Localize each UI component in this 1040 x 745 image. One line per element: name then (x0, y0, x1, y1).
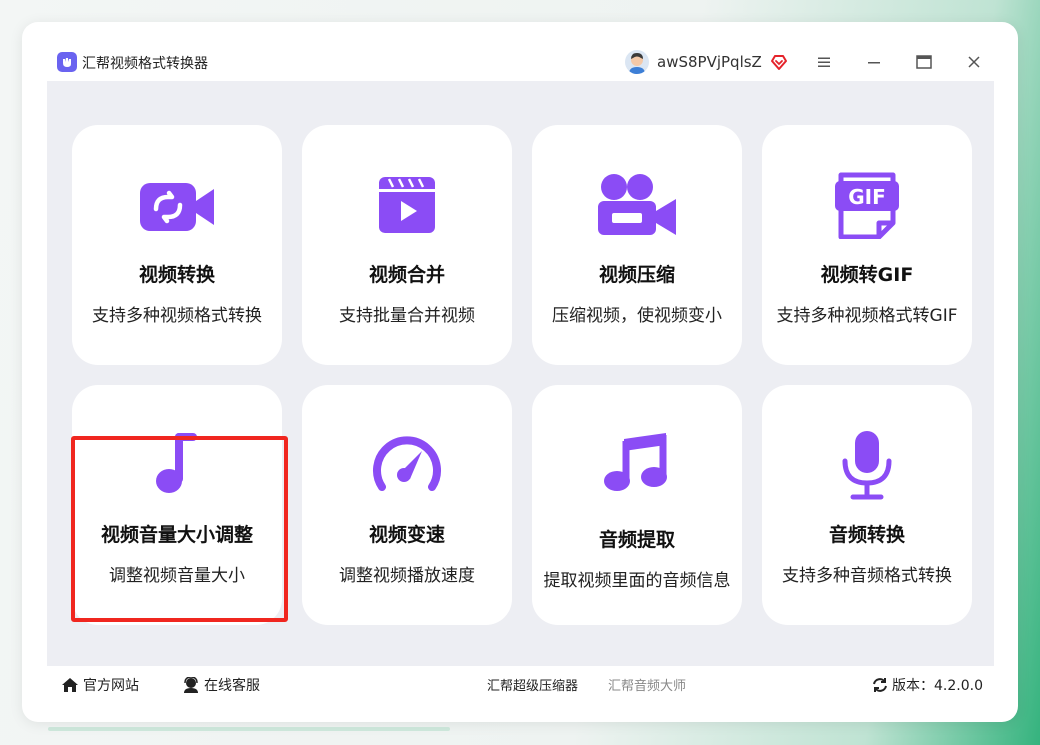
app-window: 汇帮视频格式转换器 awS8PVjPqlsZ 视频转换 支持多种视频格式转换 视… (47, 43, 994, 705)
video-compress-icon (596, 171, 678, 237)
card-desc: 支持多种视频格式转GIF (776, 306, 958, 326)
microphone-icon (839, 429, 895, 501)
card-title: 视频合并 (368, 264, 445, 286)
minimize-icon (868, 62, 880, 64)
card-title: 视频变速 (368, 524, 445, 546)
card-video-compress[interactable]: 视频压缩 压缩视频，使视频变小 (532, 125, 742, 365)
audio-master-link[interactable]: 汇帮音频大师 (608, 675, 686, 694)
card-desc: 支持多种视频格式转换 (92, 306, 262, 326)
official-website-label: 官方网站 (83, 678, 139, 694)
card-video-convert[interactable]: 视频转换 支持多种视频格式转换 (72, 125, 282, 365)
card-desc: 支持批量合并视频 (339, 306, 475, 326)
footer-bar: 官方网站 在线客服 汇帮超级压缩器 汇帮音频大师 版本：4.2.0.0 (47, 666, 994, 705)
refresh-icon (873, 678, 887, 692)
card-desc: 调整视频播放速度 (339, 566, 475, 586)
music-notes-icon (602, 429, 672, 495)
card-title: 视频转GIF (820, 264, 914, 286)
title-bar: 汇帮视频格式转换器 awS8PVjPqlsZ (47, 43, 994, 81)
card-desc: 压缩视频，使视频变小 (552, 306, 722, 326)
audio-master-label: 汇帮音频大师 (608, 679, 687, 694)
card-title: 视频转换 (138, 264, 215, 286)
maximize-icon (916, 55, 932, 69)
card-title: 音频提取 (598, 529, 675, 551)
username: awS8PVjPqlsZ (657, 53, 762, 71)
video-merge-icon (377, 175, 437, 235)
card-desc: 提取视频里面的音频信息 (543, 571, 731, 591)
close-button[interactable] (964, 52, 984, 72)
app-title: 汇帮视频格式转换器 (82, 56, 208, 72)
card-audio-convert[interactable]: 音频转换 支持多种音频格式转换 (762, 385, 972, 625)
online-support-link[interactable]: 在线客服 (182, 675, 260, 695)
card-video-to-gif[interactable]: GIF 视频转GIF 支持多种视频格式转GIF (762, 125, 972, 365)
card-title: 视频压缩 (598, 264, 675, 286)
version-label: 版本：4.2.0.0 (892, 678, 983, 694)
card-title: 视频音量大小调整 (100, 524, 253, 546)
card-title: 音频转换 (828, 524, 905, 546)
speedometer-icon (372, 431, 442, 493)
app-logo-icon (57, 52, 77, 72)
maximize-button[interactable] (914, 52, 934, 72)
minimize-button[interactable] (864, 52, 884, 72)
close-icon (968, 56, 980, 68)
avatar[interactable] (625, 50, 649, 74)
gif-icon: GIF (835, 169, 899, 239)
vip-diamond-icon[interactable] (770, 53, 788, 71)
support-agent-icon (184, 677, 198, 693)
online-support-label: 在线客服 (204, 678, 260, 694)
card-desc: 支持多种音频格式转换 (782, 566, 952, 586)
super-compressor-label: 汇帮超级压缩器 (487, 679, 579, 694)
card-volume-adjust[interactable]: 视频音量大小调整 调整视频音量大小 (72, 385, 282, 625)
video-convert-icon (138, 179, 216, 235)
music-note-icon (155, 433, 199, 495)
home-icon (62, 678, 78, 692)
menu-button[interactable] (814, 52, 834, 72)
card-audio-extract[interactable]: 音频提取 提取视频里面的音频信息 (532, 385, 742, 625)
card-video-speed[interactable]: 视频变速 调整视频播放速度 (302, 385, 512, 625)
version-info[interactable]: 版本：4.2.0.0 (872, 675, 983, 695)
official-website-link[interactable]: 官方网站 (61, 675, 139, 695)
svg-text:GIF: GIF (848, 185, 886, 209)
user-info[interactable]: awS8PVjPqlsZ (625, 49, 788, 75)
super-compressor-link[interactable]: 汇帮超级压缩器 (487, 675, 578, 694)
hamburger-icon (818, 57, 830, 67)
background-decoration (48, 727, 450, 731)
card-video-merge[interactable]: 视频合并 支持批量合并视频 (302, 125, 512, 365)
feature-grid: 视频转换 支持多种视频格式转换 视频合并 支持批量合并视频 视频压缩 压缩视频，… (47, 81, 994, 666)
card-desc: 调整视频音量大小 (109, 566, 245, 586)
